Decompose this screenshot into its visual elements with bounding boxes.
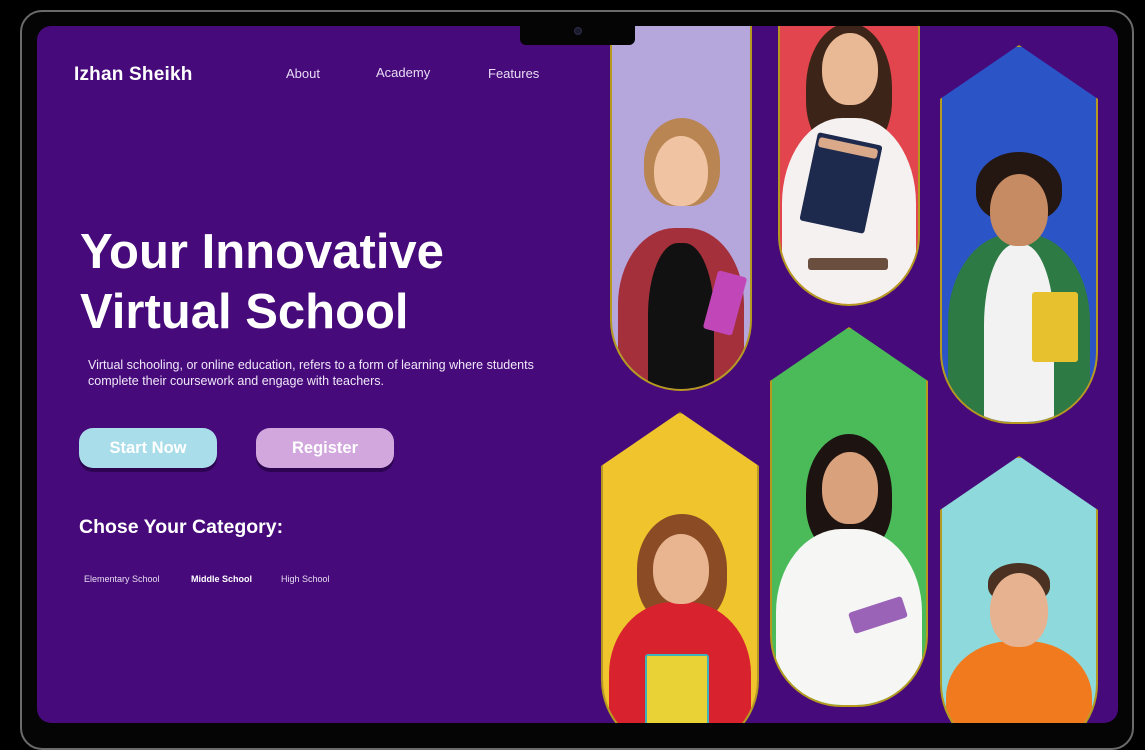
nav-about[interactable]: About — [286, 66, 320, 81]
category-middle[interactable]: Middle School — [191, 574, 252, 584]
register-button[interactable]: Register — [256, 428, 394, 468]
category-title: Chose Your Category: — [79, 516, 284, 538]
category-elementary[interactable]: Elementary School — [84, 574, 160, 584]
screen: Izhan Sheikh About Academy Features Your… — [37, 26, 1118, 723]
hero-title-line2: Virtual School — [80, 285, 409, 339]
brand-logo[interactable]: Izhan Sheikh — [74, 64, 193, 86]
photo-student-girl-curly-red-hoodie — [601, 412, 759, 723]
nav-features[interactable]: Features — [488, 66, 539, 81]
hero-title-line1: Your Innovative — [80, 225, 444, 279]
photo-student-man-orange-sweater — [940, 456, 1098, 723]
nav-academy[interactable]: Academy — [376, 65, 430, 80]
photo-student-woman-books — [778, 26, 920, 306]
camera-icon — [574, 27, 582, 35]
category-high[interactable]: High School — [281, 574, 330, 584]
photo-student-girl-white-polo — [770, 327, 928, 707]
hero-description: Virtual schooling, or online education, … — [88, 358, 534, 388]
photo-student-girl-backpack — [610, 26, 752, 391]
photo-student-man-curly-hair — [940, 45, 1098, 424]
camera-notch — [520, 26, 635, 45]
hero-title: Your Innovative Virtual School — [80, 222, 580, 342]
start-now-button[interactable]: Start Now — [79, 428, 217, 468]
